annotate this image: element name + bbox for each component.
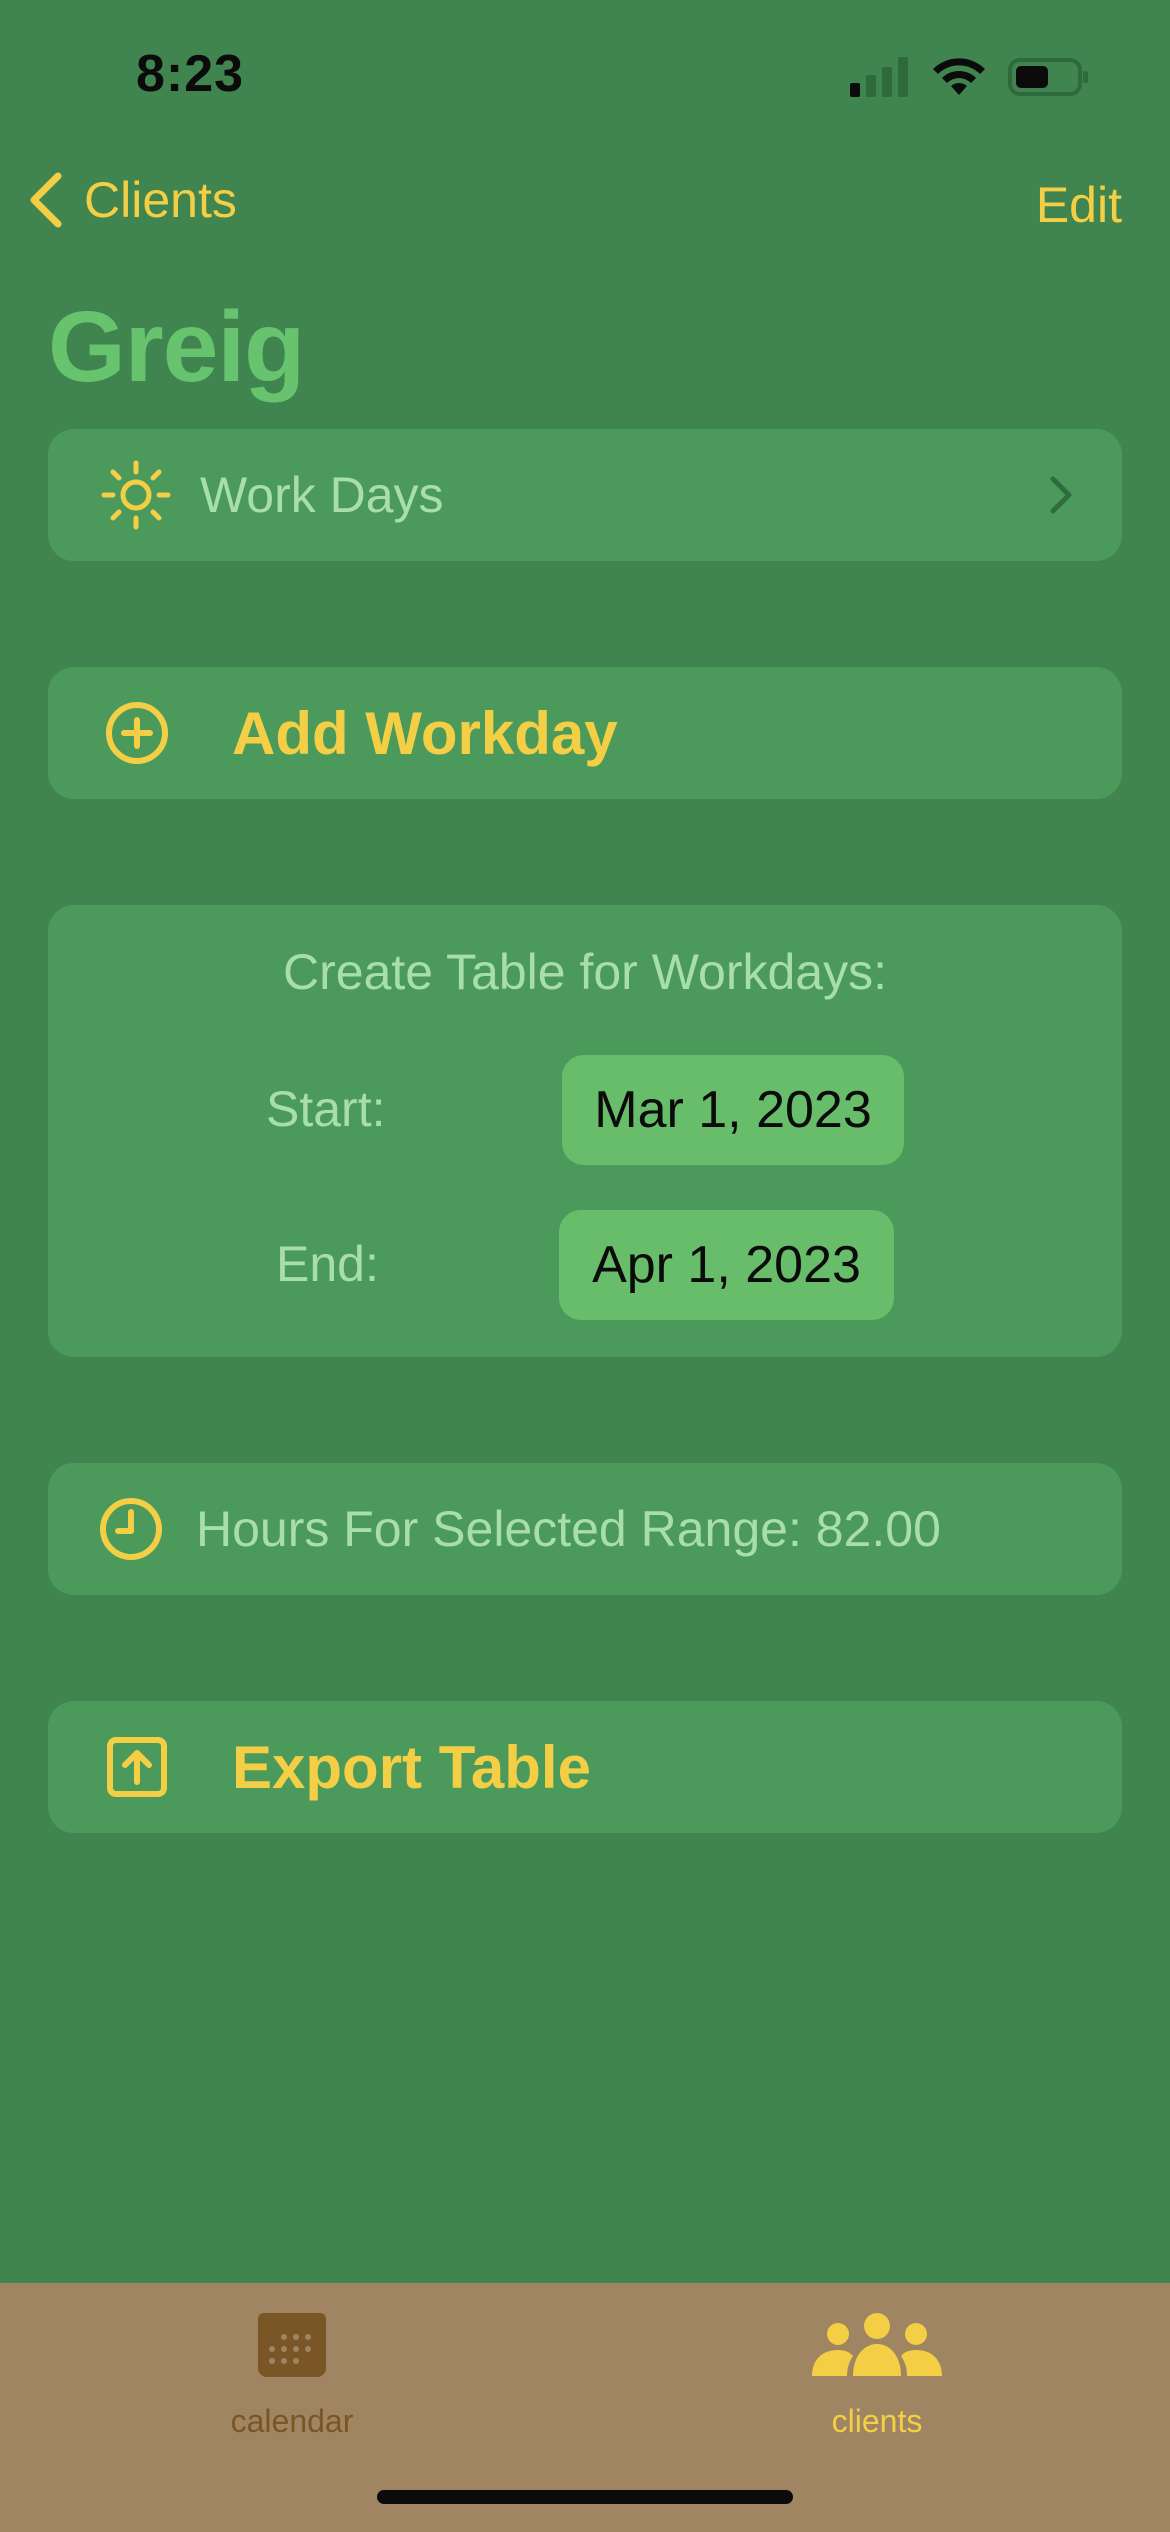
create-table-title: Create Table for Workdays: bbox=[283, 944, 887, 1000]
edit-button[interactable]: Edit bbox=[1036, 176, 1122, 234]
work-days-label: Work Days bbox=[200, 467, 444, 523]
export-table-button[interactable]: Export Table bbox=[48, 1701, 1122, 1833]
status-time: 8:23 bbox=[136, 45, 245, 103]
hours-summary-row: Hours For Selected Range: 82.00 bbox=[48, 1463, 1122, 1595]
page-title: Greig bbox=[48, 291, 305, 403]
calendar-icon bbox=[256, 2305, 328, 2385]
tab-calendar-label: calendar bbox=[230, 2403, 354, 2439]
clock-icon bbox=[98, 1496, 164, 1562]
back-label: Clients bbox=[84, 172, 237, 228]
export-table-label: Export Table bbox=[232, 1733, 591, 1801]
end-label: End: bbox=[276, 1236, 379, 1292]
add-workday-label: Add Workday bbox=[232, 699, 618, 767]
start-label: Start: bbox=[266, 1081, 386, 1137]
hours-label: Hours For Selected Range: 82.00 bbox=[196, 1501, 941, 1557]
export-icon bbox=[104, 1734, 170, 1800]
start-date-picker[interactable]: Mar 1, 2023 bbox=[562, 1055, 904, 1165]
tab-clients[interactable]: clients bbox=[727, 2283, 1027, 2440]
chevron-right-icon bbox=[1050, 476, 1072, 514]
work-days-row[interactable]: Work Days bbox=[48, 429, 1122, 561]
tab-calendar[interactable]: calendar bbox=[142, 2283, 442, 2440]
create-table-card: Create Table for Workdays: Start: Mar 1,… bbox=[48, 905, 1122, 1357]
end-date-picker[interactable]: Apr 1, 2023 bbox=[559, 1210, 894, 1320]
sun-icon bbox=[100, 459, 172, 531]
wifi-icon bbox=[933, 58, 985, 95]
home-indicator bbox=[377, 2490, 793, 2504]
plus-circle-icon bbox=[104, 700, 170, 766]
cellular-signal-icon bbox=[850, 57, 908, 97]
add-workday-button[interactable]: Add Workday bbox=[48, 667, 1122, 799]
status-icons bbox=[850, 52, 1090, 102]
battery-icon bbox=[1008, 58, 1088, 96]
back-button[interactable]: Clients bbox=[26, 170, 237, 230]
chevron-left-icon bbox=[30, 172, 62, 228]
tab-clients-label: clients bbox=[831, 2403, 923, 2439]
people-icon bbox=[812, 2305, 942, 2385]
